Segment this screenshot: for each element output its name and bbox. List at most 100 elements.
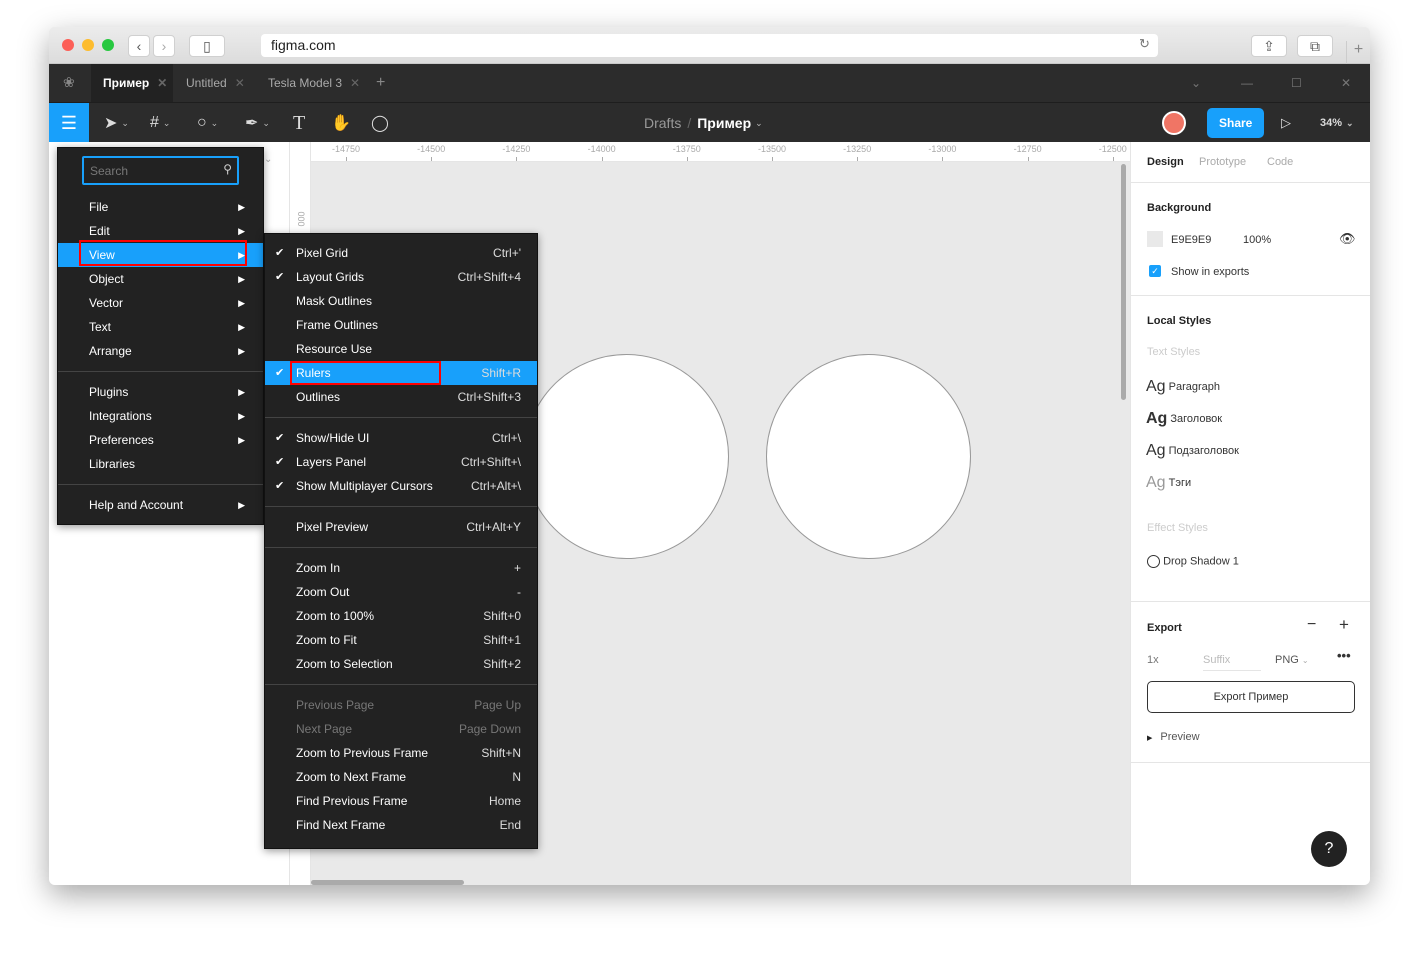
close-app-icon[interactable]: ✕: [1329, 64, 1351, 102]
vertical-scrollbar[interactable]: [1121, 164, 1126, 400]
effect-style-item[interactable]: Drop Shadow 1: [1147, 555, 1239, 568]
breadcrumb-drafts[interactable]: Drafts: [644, 115, 681, 131]
menu-item-zoom-out[interactable]: Zoom Out -: [265, 580, 537, 604]
hand-tool[interactable]: ✋: [331, 103, 351, 143]
main-menu-button[interactable]: ☰: [49, 103, 89, 143]
menu-item-show-multiplayer-cursors[interactable]: ✔ Show Multiplayer Cursors Ctrl+Alt+\: [265, 474, 537, 498]
text-style-item[interactable]: Ag Paragraph: [1146, 378, 1220, 396]
menu-item-zoom-to-previous-frame[interactable]: Zoom to Previous Frame Shift+N: [265, 741, 537, 765]
text-style-item[interactable]: Ag Заголовок: [1146, 410, 1222, 428]
url-bar[interactable]: figma.com: [261, 34, 1158, 57]
menu-item-text[interactable]: Text ▶: [58, 315, 263, 339]
opacity-value[interactable]: 100%: [1243, 234, 1271, 246]
zoom-dropdown[interactable]: 34% ⌄: [1320, 103, 1354, 143]
text-style-item[interactable]: Ag Подзаголовок: [1146, 442, 1239, 460]
tabs-icon[interactable]: ⧉: [1297, 35, 1333, 57]
menu-item-zoom-to-selection[interactable]: Zoom to Selection Shift+2: [265, 652, 537, 676]
hex-value[interactable]: E9E9E9: [1171, 234, 1211, 246]
comment-tool[interactable]: ◯: [371, 103, 389, 143]
background-section: Background E9E9E9 100% 👁 ✓ Show in expor…: [1131, 183, 1370, 296]
menu-item-integrations[interactable]: Integrations ▶: [58, 404, 263, 428]
menu-item-pixel-preview[interactable]: Pixel Preview Ctrl+Alt+Y: [265, 515, 537, 539]
chevron-down-icon[interactable]: ⌄: [755, 118, 763, 129]
menu-item-outlines[interactable]: Outlines Ctrl+Shift+3: [265, 385, 537, 409]
play-icon[interactable]: ▷: [1281, 103, 1291, 143]
text-style-item[interactable]: Ag Тэги: [1146, 474, 1191, 492]
text-tool[interactable]: T: [293, 103, 305, 143]
checkbox-show-exports[interactable]: ✓: [1149, 265, 1161, 277]
figma-logo-icon[interactable]: ❀: [63, 74, 75, 91]
export-button[interactable]: Export Пример: [1147, 681, 1355, 713]
move-tool[interactable]: ➤ ⌄: [104, 103, 129, 143]
chevron-down-icon[interactable]: ⌄: [1179, 64, 1201, 102]
menu-item-file[interactable]: File ▶: [58, 195, 263, 219]
share-icon[interactable]: ⇪: [1251, 35, 1287, 57]
menu-item-preferences[interactable]: Preferences ▶: [58, 428, 263, 452]
format-dropdown[interactable]: PNG ⌄: [1275, 654, 1309, 666]
close-icon[interactable]: ✕: [350, 76, 360, 90]
tab-primer[interactable]: Пример ✕: [91, 64, 173, 102]
avatar[interactable]: [1162, 103, 1186, 143]
new-tab-icon[interactable]: +: [1346, 41, 1370, 64]
menu-item-label: Show/Hide UI: [296, 431, 370, 445]
menu-item-label: Integrations: [89, 409, 152, 423]
horizontal-scrollbar[interactable]: [311, 880, 464, 885]
back-icon[interactable]: ‹: [128, 35, 150, 57]
menu-item-resource-use[interactable]: Resource Use: [265, 337, 537, 361]
add-tab-icon[interactable]: +: [364, 64, 385, 102]
menu-item-layout-grids[interactable]: ✔ Layout Grids Ctrl+Shift+4: [265, 265, 537, 289]
frame-tool[interactable]: # ⌄: [150, 103, 170, 143]
plus-icon[interactable]: +: [1339, 615, 1349, 635]
menu-item-find-previous-frame[interactable]: Find Previous Frame Home: [265, 789, 537, 813]
circle-shape[interactable]: [524, 354, 729, 559]
file-name[interactable]: Пример: [697, 115, 751, 131]
forward-icon[interactable]: ›: [153, 35, 175, 57]
menu-item-plugins[interactable]: Plugins ▶: [58, 380, 263, 404]
preview-toggle[interactable]: ▶ Preview: [1147, 731, 1200, 743]
menu-item-find-next-frame[interactable]: Find Next Frame End: [265, 813, 537, 837]
menu-search-input[interactable]: Search ⚲: [82, 156, 239, 185]
tab-design[interactable]: Design: [1147, 156, 1184, 168]
minus-icon[interactable]: −: [1307, 616, 1316, 634]
minimize-icon[interactable]: —: [1229, 64, 1253, 102]
eye-icon[interactable]: 👁: [1339, 231, 1356, 247]
close-window-button[interactable]: [62, 39, 74, 51]
help-button[interactable]: ?: [1311, 831, 1347, 867]
menu-item-zoom-to-fit[interactable]: Zoom to Fit Shift+1: [265, 628, 537, 652]
reload-icon[interactable]: ↻: [1139, 36, 1150, 52]
maximize-window-button[interactable]: [102, 39, 114, 51]
menu-item-zoom-to-100-[interactable]: Zoom to 100% Shift+0: [265, 604, 537, 628]
circle-shape[interactable]: [766, 354, 971, 559]
menu-item-layers-panel[interactable]: ✔ Layers Panel Ctrl+Shift+\: [265, 450, 537, 474]
menu-item-vector[interactable]: Vector ▶: [58, 291, 263, 315]
tab-untitled[interactable]: Untitled ✕: [174, 64, 245, 102]
more-icon[interactable]: •••: [1337, 648, 1351, 663]
export-scale[interactable]: 1x: [1147, 654, 1159, 666]
menu-item-frame-outlines[interactable]: Frame Outlines: [265, 313, 537, 337]
menu-item-previous-page[interactable]: Previous Page Page Up: [265, 693, 537, 717]
pen-tool[interactable]: ✒ ⌄: [245, 103, 270, 143]
menu-item-arrange[interactable]: Arrange ▶: [58, 339, 263, 363]
minimize-window-button[interactable]: [82, 39, 94, 51]
maximize-icon[interactable]: ☐: [1279, 64, 1302, 102]
menu-item-zoom-to-next-frame[interactable]: Zoom to Next Frame N: [265, 765, 537, 789]
tab-code[interactable]: Code: [1267, 156, 1293, 168]
share-button[interactable]: Share: [1207, 108, 1265, 138]
suffix-input[interactable]: Suffix: [1203, 654, 1261, 671]
menu-item-zoom-in[interactable]: Zoom In +: [265, 556, 537, 580]
close-icon[interactable]: ✕: [235, 76, 245, 90]
menu-item-libraries[interactable]: Libraries: [58, 452, 263, 476]
shape-tool[interactable]: ○ ⌄: [197, 103, 218, 143]
color-swatch[interactable]: [1147, 231, 1163, 247]
chevron-down-icon[interactable]: ⌄: [264, 154, 272, 165]
menu-item-help-and-account[interactable]: Help and Account ▶: [58, 493, 263, 517]
tab-prototype[interactable]: Prototype: [1199, 156, 1246, 168]
tab-tesla[interactable]: Tesla Model 3 ✕: [256, 64, 360, 102]
menu-item-pixel-grid[interactable]: ✔ Pixel Grid Ctrl+': [265, 241, 537, 265]
menu-item-mask-outlines[interactable]: Mask Outlines: [265, 289, 537, 313]
sidebar-icon[interactable]: ▯: [189, 35, 225, 57]
menu-item-object[interactable]: Object ▶: [58, 267, 263, 291]
menu-item-show-hide-ui[interactable]: ✔ Show/Hide UI Ctrl+\: [265, 426, 537, 450]
close-icon[interactable]: ✕: [157, 76, 167, 90]
menu-item-next-page[interactable]: Next Page Page Down: [265, 717, 537, 741]
